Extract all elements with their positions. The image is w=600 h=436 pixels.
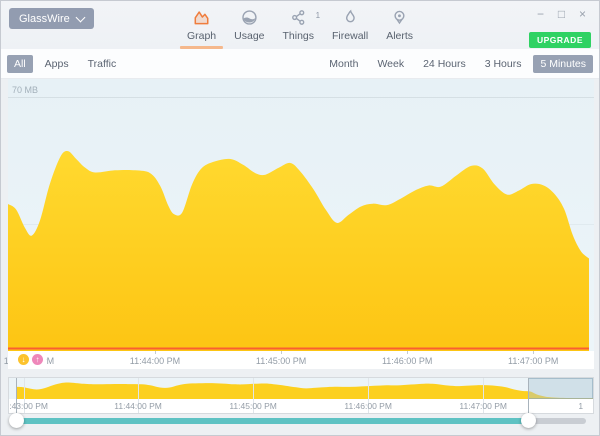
window-minimize-button[interactable]: − xyxy=(534,6,547,22)
overview[interactable]: 11:43:00 PM 11:44:00 PM 11:45:00 PM 11:46:0… xyxy=(8,377,594,414)
tab-usage[interactable]: Usage xyxy=(225,8,273,49)
app-header: GlassWire Graph Usage 1 Things Firewall Alert… xyxy=(1,1,599,50)
axis-label: 11:46:00 PM xyxy=(382,356,432,366)
overview-axis-label: 1 xyxy=(578,401,583,411)
tab-alerts[interactable]: Alerts xyxy=(377,8,422,49)
main-area-chart xyxy=(8,79,594,351)
range-week[interactable]: Week xyxy=(370,55,411,73)
tab-label: Graph xyxy=(187,30,216,42)
glasswire-menu-button[interactable]: GlassWire xyxy=(9,8,94,29)
filter-apps[interactable]: Apps xyxy=(38,55,76,73)
window-maximize-button[interactable]: □ xyxy=(555,6,568,22)
overview-axis-label: 11:46:00 PM xyxy=(344,401,392,411)
scrollbar-track-inactive[interactable] xyxy=(528,418,586,424)
main-x-axis: 11:43:00 PM11:44:00 PM11:45:00 PM11:46:0… xyxy=(8,351,594,369)
filter-right: Month Week 24 Hours 3 Hours5 Minutes xyxy=(322,55,593,73)
tab-badge: 1 xyxy=(316,11,320,20)
tab-bar: Graph Usage 1 Things Firewall Alerts xyxy=(178,1,422,49)
overview-unselected-region xyxy=(528,378,593,399)
scrollbar-track-active[interactable] xyxy=(16,418,528,424)
range-24-hours[interactable]: 24 Hours xyxy=(416,55,473,73)
tab-label: Alerts xyxy=(386,30,413,42)
scrollbar-handle-right[interactable] xyxy=(521,413,536,428)
upgrade-button[interactable]: UPGRADE xyxy=(529,32,591,48)
range-month[interactable]: Month xyxy=(322,55,365,73)
filter-left: All Apps Traffic xyxy=(7,55,123,73)
axis-tick xyxy=(407,351,408,354)
range-5-minutes[interactable]: 5 Minutes xyxy=(533,55,593,73)
overview-area-chart xyxy=(9,378,593,399)
axis-tick xyxy=(281,351,282,354)
tab-label: Things xyxy=(283,30,315,42)
usage-icon xyxy=(240,8,259,27)
tab-firewall[interactable]: Firewall xyxy=(323,8,377,49)
axis-tick xyxy=(155,351,156,354)
window-close-button[interactable]: × xyxy=(576,6,589,22)
legend-download-icon: ↓ xyxy=(18,354,29,365)
graph-icon xyxy=(192,8,211,27)
axis-label: 11:45:00 PM xyxy=(256,356,306,366)
overview-axis-label: 11:45:00 PM xyxy=(229,401,277,411)
main-bandwidth-chart[interactable]: 70 MB xyxy=(8,79,594,351)
glasswire-window: GlassWire Graph Usage 1 Things Firewall Alert… xyxy=(0,0,600,436)
glasswire-menu-label: GlassWire xyxy=(19,13,70,25)
axis-tick xyxy=(533,351,534,354)
overview-axis-label: 11:47:00 PM xyxy=(459,401,507,411)
axis-label: 11:47:00 PM xyxy=(508,356,558,366)
legend-upload-icon: ↑ xyxy=(32,354,43,365)
tab-label: Firewall xyxy=(332,30,368,42)
alerts-icon xyxy=(390,8,409,27)
overview-chart[interactable] xyxy=(9,378,593,399)
tab-graph[interactable]: Graph xyxy=(178,8,225,49)
selection-start-handle[interactable] xyxy=(16,378,17,413)
scrollbar-handle-left[interactable] xyxy=(9,413,24,428)
filter-bar: All Apps Traffic Month Week 24 Hours 3 Hours5… xyxy=(1,49,599,79)
tab-things[interactable]: 1 Things xyxy=(274,8,324,49)
window-controls: −□ × xyxy=(534,6,589,22)
axis-label: 11:44:00 PM xyxy=(130,356,180,366)
filter-traffic[interactable]: Traffic xyxy=(81,55,124,73)
things-icon xyxy=(289,8,308,27)
tab-label: Usage xyxy=(234,30,264,42)
firewall-icon xyxy=(341,8,360,27)
range-3-hours[interactable]: 3 Hours xyxy=(478,55,529,73)
overview-axis-label: 11:44:00 PM xyxy=(114,401,162,411)
selection-end-handle[interactable] xyxy=(528,378,529,413)
chevron-down-icon xyxy=(75,12,85,22)
filter-all[interactable]: All xyxy=(7,55,33,73)
overview-axis-label: 11:43:00 PM xyxy=(8,401,48,411)
